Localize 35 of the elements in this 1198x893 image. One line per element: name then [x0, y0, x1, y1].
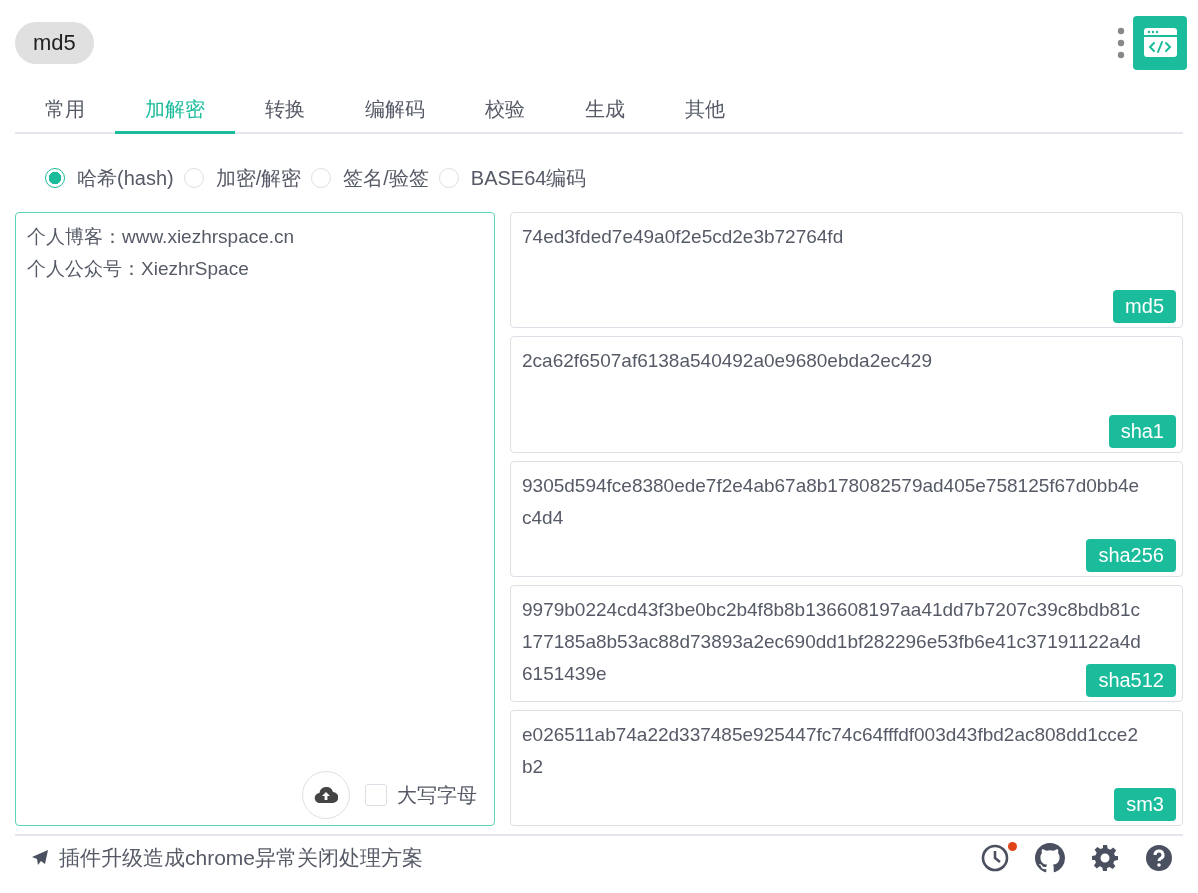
checkbox[interactable] [365, 784, 387, 806]
radio-label[interactable]: 哈希(hash) [77, 164, 174, 192]
output-field[interactable]: 9305d594fce8380ede7f2e4ab67a8b178082579ad405e758125f67d0bb4ec4d4 sha256 [510, 460, 1183, 578]
tab[interactable]: 转换 [235, 88, 335, 134]
output-field[interactable]: 74ed3fded7e49a0f2e5cd2e3b72764fd md5 [510, 212, 1183, 329]
radio-button[interactable] [45, 168, 65, 188]
tab[interactable]: 其他 [655, 88, 755, 134]
help-icon[interactable] [1145, 844, 1173, 872]
paper-plane-icon [31, 849, 49, 867]
output-field[interactable]: e026511ab74a22d337485e925447fc74c64fffdf003d43fbd2ac808dd1cce2b2 sm3 [510, 709, 1183, 827]
upload-button[interactable] [302, 771, 350, 819]
github-icon[interactable] [1035, 843, 1065, 873]
tool-title: md5 [15, 22, 94, 64]
cloud-upload-icon [314, 786, 338, 804]
tab[interactable]: 编解码 [335, 88, 455, 134]
hash-type-badge: sha512 [1086, 663, 1176, 697]
output-field[interactable]: 9979b0224cd43f3be0bc2b4f8b8b136608197aa41dd7b7207c39c8bdb81c177185a8b53ac88d73893a2ec690dd1bf282296e53fb6e41c37191122a4d6151439e sha512 [510, 585, 1183, 702]
radio-label[interactable]: BASE64编码 [470, 164, 587, 192]
hash-type-badge: sha256 [1086, 539, 1176, 573]
radio-label[interactable]: 加密/解密 [215, 164, 302, 192]
input-field[interactable]: 个人博客：www.xiezhrspace.cn 个人公众号：XiezhrSpace 大写字母 [15, 212, 495, 826]
tab[interactable]: 生成 [555, 88, 655, 134]
radio-label[interactable]: 签名/验签 [343, 164, 429, 192]
notice-link[interactable]: 插件升级造成chrome异常关闭处理方案 [59, 844, 424, 872]
clock-icon[interactable] [981, 844, 1009, 872]
code-window-icon[interactable] [1133, 16, 1187, 70]
checkbox-label[interactable]: 大写字母 [397, 781, 477, 809]
settings-icon[interactable] [1091, 844, 1119, 872]
hash-type-badge: sm3 [1114, 788, 1176, 822]
hash-type-badge: sha1 [1108, 414, 1176, 448]
hash-type-badge: md5 [1113, 290, 1176, 324]
tab[interactable]: 校验 [455, 88, 555, 134]
tab[interactable]: 常用 [15, 88, 115, 134]
output-field[interactable]: 2ca62f6507af6138a540492a0e9680ebda2ec429 sha1 [510, 336, 1183, 453]
more-menu-icon[interactable] [1117, 27, 1125, 59]
